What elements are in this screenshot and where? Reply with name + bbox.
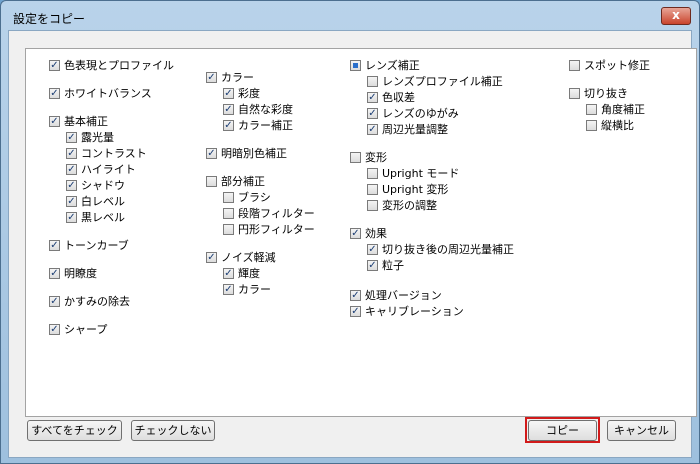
checkbox[interactable]	[367, 200, 378, 211]
option-label: 周辺光量調整	[382, 123, 448, 136]
checkbox[interactable]: ✓	[223, 284, 234, 295]
option-label: ハイライト	[81, 163, 136, 176]
option-label: カラー	[238, 283, 271, 296]
check-all-button[interactable]: すべてをチェック	[27, 420, 122, 441]
checkbox[interactable]	[586, 120, 597, 131]
close-button[interactable]: x	[661, 7, 691, 25]
option-label: シャドウ	[81, 179, 125, 192]
checkbox[interactable]: ✓	[206, 148, 217, 159]
option-label: 色収差	[382, 91, 415, 104]
checkbox[interactable]: ✓	[49, 60, 60, 71]
option-label: 明暗別色補正	[221, 147, 287, 160]
option-label: 縦横比	[601, 119, 634, 132]
option-label: 円形フィルター	[238, 223, 315, 236]
option-label: カラー補正	[238, 119, 293, 132]
checkbox[interactable]: ✓	[66, 212, 77, 223]
checkbox[interactable]: ✓	[350, 228, 361, 239]
checkbox[interactable]: ✓	[206, 72, 217, 83]
option-label: 変形	[365, 151, 387, 164]
checkbox[interactable]: ✓	[367, 92, 378, 103]
option-label: 段階フィルター	[238, 207, 315, 220]
checkbox[interactable]	[367, 76, 378, 87]
option-label: ノイズ軽減	[221, 251, 276, 264]
option-label: 白レベル	[81, 195, 125, 208]
option-label: かすみの除去	[64, 295, 130, 308]
checkbox[interactable]: ✓	[223, 268, 234, 279]
checkbox[interactable]: ✓	[66, 148, 77, 159]
checkbox[interactable]	[367, 168, 378, 179]
check-none-button[interactable]: チェックしない	[131, 420, 215, 441]
option-label: 基本補正	[64, 115, 108, 128]
checkbox[interactable]	[350, 152, 361, 163]
checkbox[interactable]: ✓	[367, 244, 378, 255]
option-label: 角度補正	[601, 103, 645, 116]
option-label: キャリブレーション	[365, 305, 464, 318]
checkbox[interactable]	[569, 88, 580, 99]
checkbox[interactable]: ✓	[66, 132, 77, 143]
option-label: ホワイトバランス	[64, 87, 152, 100]
checkbox[interactable]: ✓	[49, 240, 60, 251]
checkbox[interactable]	[223, 208, 234, 219]
option-label: レンズのゆがみ	[382, 107, 459, 120]
option-label: 切り抜き	[584, 87, 628, 100]
option-label: レンズプロファイル補正	[382, 75, 503, 88]
checkbox[interactable]	[223, 224, 234, 235]
option-label: 彩度	[238, 87, 260, 100]
option-label: 自然な彩度	[238, 103, 293, 116]
option-label: トーンカーブ	[64, 239, 129, 252]
option-label: 露光量	[81, 131, 114, 144]
option-label: Upright 変形	[382, 183, 449, 196]
checkbox[interactable]: ✓	[223, 120, 234, 131]
option-label: 切り抜き後の周辺光量補正	[382, 243, 514, 256]
option-label: 粒子	[382, 259, 404, 272]
option-label: ブラシ	[238, 191, 271, 204]
option-label: 明瞭度	[64, 267, 97, 280]
checkbox[interactable]: ✓	[66, 180, 77, 191]
checkbox[interactable]: ✓	[223, 104, 234, 115]
checkbox[interactable]	[569, 60, 580, 71]
checkbox[interactable]: ✓	[49, 296, 60, 307]
title-bar: 設定をコピー x	[1, 1, 699, 31]
checkbox[interactable]: ✓	[367, 124, 378, 135]
option-label: カラー	[221, 71, 254, 84]
option-label: レンズ補正	[365, 59, 420, 72]
checkbox[interactable]: ✓	[223, 88, 234, 99]
option-label: 処理バージョン	[365, 289, 442, 302]
copy-button[interactable]: コピー	[528, 420, 597, 441]
option-label: 輝度	[238, 267, 260, 280]
checkbox[interactable]: ✓	[206, 252, 217, 263]
checkbox[interactable]	[367, 184, 378, 195]
checkbox[interactable]: ✓	[49, 268, 60, 279]
checkbox[interactable]	[206, 176, 217, 187]
dialog-body: ✓ 色表現とプロファイル ✓ ホワイトバランス ✓ 基本補正 ✓ 露光量 ✓ コントラスト…	[8, 30, 697, 458]
checkbox[interactable]: ✓	[49, 116, 60, 127]
option-label: 部分補正	[221, 175, 265, 188]
cancel-button[interactable]: キャンセル	[607, 420, 676, 441]
option-label: スポット修正	[584, 59, 650, 72]
option-label: Upright モード	[382, 167, 460, 180]
settings-group: ✓ 色表現とプロファイル ✓ ホワイトバランス ✓ 基本補正 ✓ 露光量 ✓ コントラスト…	[25, 48, 697, 417]
checkbox[interactable]: ✓	[367, 260, 378, 271]
checkbox[interactable]: ✓	[66, 196, 77, 207]
option-label: 色表現とプロファイル	[64, 59, 174, 72]
dialog-title: 設定をコピー	[13, 12, 86, 26]
option-label: コントラスト	[81, 147, 147, 160]
checkbox[interactable]	[586, 104, 597, 115]
checkbox[interactable]: ✓	[49, 88, 60, 99]
checkbox[interactable]: ✓	[367, 108, 378, 119]
option-label: 変形の調整	[382, 199, 437, 212]
checkbox[interactable]: ✓	[350, 306, 361, 317]
option-label: 黒レベル	[81, 211, 125, 224]
option-label: シャープ	[64, 323, 108, 336]
checkbox[interactable]: ✓	[66, 164, 77, 175]
checkbox[interactable]: ✓	[49, 324, 60, 335]
checkbox[interactable]	[350, 60, 361, 71]
copy-settings-dialog: 設定をコピー x ✓ 色表現とプロファイル ✓ ホワイトバランス ✓ 基本補正 ✓ 露光…	[0, 0, 700, 464]
checkbox[interactable]: ✓	[350, 290, 361, 301]
option-label: 効果	[365, 227, 387, 240]
checkbox[interactable]	[223, 192, 234, 203]
